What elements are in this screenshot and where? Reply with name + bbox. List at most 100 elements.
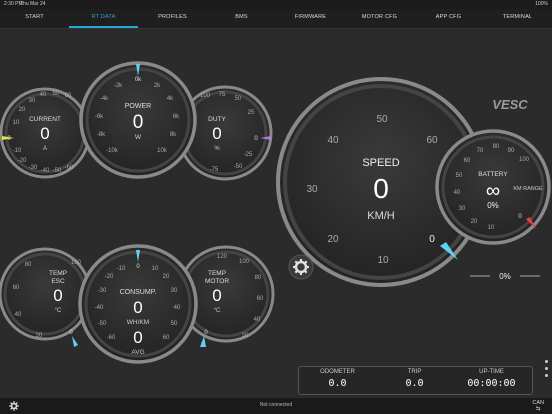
consumption-value: 0: [133, 298, 142, 317]
duty-tick: -25: [244, 152, 253, 158]
odometer-value: 0.0: [328, 378, 347, 389]
current-tick: 10: [13, 120, 20, 126]
speed-tick: 60: [426, 135, 438, 146]
current-value: 0: [40, 124, 49, 143]
trip-value: 0.0: [405, 378, 424, 389]
tab-rt-data[interactable]: RT DATA: [69, 9, 138, 28]
trip-cell: TRIP 0.0: [376, 367, 453, 389]
can-button[interactable]: CAN ⇆: [532, 400, 544, 412]
duty-value: 0: [212, 124, 221, 143]
speed-tick: 50: [376, 114, 388, 125]
consumption-tick: -10: [117, 266, 126, 272]
battery-tick: 80: [493, 144, 500, 150]
consumption-title: CONSUMP.: [120, 289, 157, 296]
battery-range-label: KM RANGE: [513, 186, 543, 192]
temp-esc-title2: ESC: [51, 278, 65, 285]
battery-tick: 100: [519, 157, 530, 163]
tab-bar: START RT DATA PROFILES BMS FIRMWARE MOTO…: [0, 9, 552, 29]
temp-motor-tick: 120: [217, 254, 228, 260]
side-percent: 0%: [499, 272, 511, 281]
odometer-label: ODOMETER: [320, 369, 355, 375]
current-tick: -50: [53, 168, 62, 174]
battery-range-value: ∞: [486, 180, 500, 202]
tab-app-cfg[interactable]: APP CFG: [414, 9, 483, 28]
consumption-tick: 40: [174, 305, 181, 311]
status-bar: 2:30 PM Thu Mar 24 100%: [0, 0, 552, 9]
battery-title: BATTERY: [478, 171, 508, 178]
temp-esc-tick: 40: [15, 312, 22, 318]
battery-tick: 50: [456, 173, 463, 179]
power-value: 0: [133, 112, 144, 133]
battery-tick: 10: [488, 225, 495, 231]
battery-tick: 20: [471, 219, 478, 225]
more-options-icon[interactable]: [545, 360, 549, 381]
tab-start[interactable]: START: [0, 9, 69, 28]
power-tick: 0k: [135, 77, 142, 83]
temp-esc-needle: [72, 336, 78, 347]
battery-gauge: BATTERY ∞ KM RANGE 0% 0 10 20 30 40 50 6…: [435, 129, 551, 245]
consumption-tick: 10: [152, 266, 159, 272]
power-tick: -6k: [95, 114, 104, 120]
current-tick: 40: [40, 92, 47, 98]
power-tick: -4k: [100, 96, 109, 102]
temp-motor-tick: 40: [254, 317, 261, 323]
tab-motor-cfg[interactable]: MOTOR CFG: [345, 9, 414, 28]
speed-tick: 30: [306, 184, 318, 195]
battery-percent: 0%: [487, 201, 499, 210]
speed-value: 0: [373, 173, 389, 204]
power-tick: -10k: [106, 148, 119, 154]
temp-esc-gauge: TEMP ESC 0 °C 0 20 40 60 80 100: [0, 247, 92, 347]
temp-motor-value: 0: [212, 286, 221, 305]
uptime-cell: UP-TIME 00:00:00: [453, 367, 530, 389]
duty-unit: %: [214, 146, 220, 152]
duty-tick: 25: [248, 110, 255, 116]
temp-motor-tick: 20: [242, 333, 249, 339]
battery-tick: 90: [508, 148, 515, 154]
consumption-tick: 30: [171, 288, 178, 294]
temp-esc-tick: 60: [13, 285, 20, 291]
temp-esc-title: TEMP: [49, 270, 67, 277]
power-tick: 6k: [173, 114, 180, 120]
consumption-unit: WH/KM: [127, 319, 149, 326]
temp-motor-tick: 100: [239, 259, 250, 265]
duty-tick: 100: [200, 93, 211, 99]
tab-profiles[interactable]: PROFILES: [138, 9, 207, 28]
tab-bms[interactable]: BMS: [207, 9, 276, 28]
battery-tick: 70: [477, 148, 484, 154]
power-unit: W: [135, 134, 142, 141]
temp-motor-tick: 80: [255, 275, 262, 281]
speed-title: SPEED: [362, 157, 399, 169]
consumption-tick: -60: [107, 335, 116, 341]
battery-tick: 30: [459, 206, 466, 212]
battery-tick: 60: [464, 158, 471, 164]
current-tick: -20: [18, 158, 27, 164]
tab-terminal[interactable]: TERMINAL: [483, 9, 552, 28]
speed-unit: KM/H: [367, 210, 395, 222]
odometer-cell: ODOMETER 0.0: [299, 367, 376, 389]
consumption-avg-label: AVG: [131, 349, 144, 356]
power-tick: 4k: [167, 96, 174, 102]
current-tick: -40: [41, 168, 50, 174]
consumption-gauge: CONSUMP. 0 WH/KM 0 AVG 0 10 20 30 40 50 …: [78, 244, 198, 364]
speed-tick: 40: [327, 135, 339, 146]
status-date: Thu Mar 24: [20, 1, 46, 7]
current-tick: 30: [29, 98, 36, 104]
current-gauge: CURRENT 0 A 60 50 40 30 20 10 0 -10 -20 …: [0, 87, 91, 179]
tab-firmware[interactable]: FIRMWARE: [276, 9, 345, 28]
temp-motor-title: TEMP: [208, 270, 226, 277]
temp-esc-value: 0: [53, 286, 62, 305]
power-tick: -2k: [114, 83, 123, 89]
trip-panel: ODOMETER 0.0 TRIP 0.0 UP-TIME 00:00:00: [298, 366, 533, 395]
duty-tick: 75: [219, 92, 226, 98]
uptime-value: 00:00:00: [467, 378, 516, 389]
duty-tick: 50: [235, 96, 242, 102]
current-tick: -30: [29, 165, 38, 171]
current-unit: A: [43, 146, 47, 152]
trip-label: TRIP: [407, 369, 422, 375]
settings-gear-button[interactable]: [288, 254, 314, 280]
bottom-bar: Not connected CAN ⇆: [0, 398, 552, 414]
consumption-avg-value: 0: [133, 328, 142, 347]
current-tick: 50: [53, 91, 60, 97]
duty-title: DUTY: [208, 116, 226, 123]
uptime-label: UP-TIME: [479, 369, 504, 375]
